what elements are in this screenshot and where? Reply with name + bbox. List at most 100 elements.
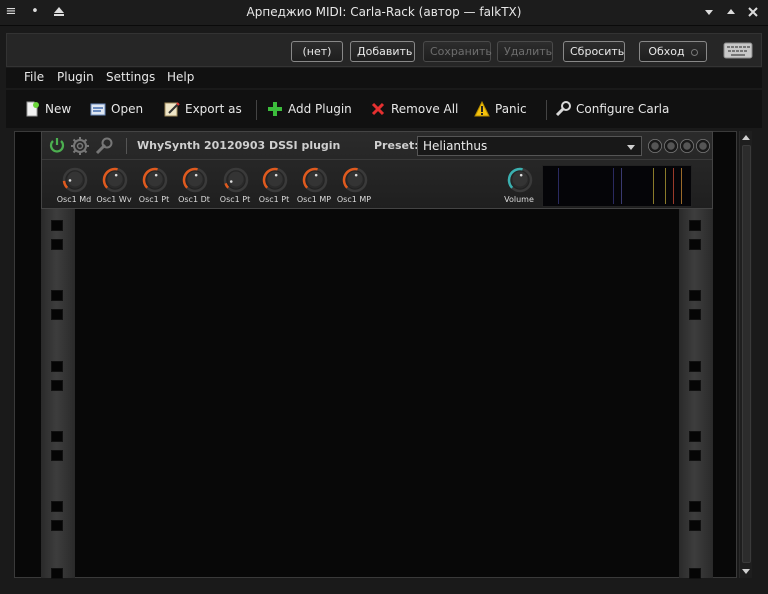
configure-label: Configure Carla [576, 102, 670, 116]
meter-line [621, 168, 622, 204]
param-knob[interactable]: Osc1 MP [336, 167, 372, 207]
param-knob[interactable]: Osc1 Pt [256, 167, 292, 207]
rail-hole [689, 290, 701, 301]
rail-hole [689, 520, 701, 531]
export-icon [164, 102, 180, 117]
knob-dial [223, 167, 249, 193]
chevron-down-icon [627, 145, 635, 150]
plugin-header: WhySynth 20120903 DSSI plugin Preset: He… [42, 132, 712, 160]
meter-line [558, 168, 559, 204]
rail-hole [51, 239, 63, 250]
rail-hole [51, 309, 63, 320]
knob-dial [262, 167, 288, 193]
rail-hole [689, 220, 701, 231]
remove-all-label: Remove All [391, 102, 459, 116]
new-button[interactable]: New [24, 100, 71, 118]
open-file-icon [90, 103, 106, 116]
param-knob[interactable]: Osc1 Pt [217, 167, 253, 207]
window-titlebar: ≡ • Арпеджио MIDI: Carla-Rack (автор — f… [0, 0, 768, 26]
reset-button[interactable]: Сбросить [563, 41, 625, 62]
maximize-icon[interactable] [722, 3, 740, 21]
scroll-down-icon[interactable] [742, 569, 750, 574]
peak-meter [542, 165, 692, 207]
plugin-name: WhySynth 20120903 DSSI plugin [137, 139, 341, 152]
keyboard-icon[interactable] [723, 40, 753, 60]
scroll-up-icon[interactable] [742, 135, 750, 140]
close-icon[interactable] [744, 3, 762, 21]
menu-settings[interactable]: Settings [106, 70, 155, 84]
rail-hole [689, 501, 701, 512]
header-separator [126, 138, 127, 154]
plugin-slot: WhySynth 20120903 DSSI plugin Preset: He… [41, 131, 713, 209]
remove-icon [371, 102, 385, 116]
rack-rail-right [679, 208, 713, 579]
remove-all-button[interactable]: Remove All [370, 100, 458, 118]
rail-hole [51, 220, 63, 231]
menu-help[interactable]: Help [167, 70, 194, 84]
power-icon[interactable] [48, 136, 66, 154]
plus-icon [268, 102, 282, 116]
open-label: Open [111, 102, 144, 116]
gear-icon[interactable] [70, 136, 90, 156]
activity-led-icon [680, 139, 694, 153]
volume-knob[interactable]: Volume [501, 167, 537, 207]
rail-hole [51, 431, 63, 442]
rack-rail-left [41, 208, 75, 579]
rail-hole [689, 309, 701, 320]
param-knob[interactable]: Osc1 Md [56, 167, 92, 207]
rail-hole [51, 361, 63, 372]
knob-dial [182, 167, 208, 193]
knob-dial [302, 167, 328, 193]
minimize-icon[interactable] [700, 3, 718, 21]
rail-hole [689, 568, 701, 579]
rail-hole [51, 450, 63, 461]
add-button[interactable]: Добавить [350, 41, 415, 62]
param-knob[interactable]: Osc1 Wv [96, 167, 132, 207]
rail-hole [51, 290, 63, 301]
knob-dial [62, 167, 88, 193]
scroll-thumb[interactable] [742, 145, 751, 563]
delete-button[interactable]: Удалить [497, 41, 553, 62]
meter-line [681, 168, 682, 204]
meter-line [673, 168, 674, 204]
menu-file[interactable]: File [24, 70, 44, 84]
param-knob[interactable]: Osc1 Dt [176, 167, 212, 207]
window-title: Арпеджио MIDI: Carla-Rack (автор — falkT… [246, 5, 522, 19]
configure-button[interactable]: Configure Carla [555, 100, 669, 118]
rail-hole [51, 501, 63, 512]
param-knob[interactable]: Osc1 MP [296, 167, 332, 207]
rail-hole [689, 431, 701, 442]
rail-hole [689, 380, 701, 391]
knob-dial [142, 167, 168, 193]
patchbay-row: (нет) Добавить Сохранить Удалить Сбросит… [6, 33, 762, 73]
rail-hole [689, 450, 701, 461]
save-button[interactable]: Сохранить [423, 41, 492, 62]
meter-line [653, 168, 654, 204]
wrench-icon[interactable] [94, 136, 114, 156]
panic-button[interactable]: Panic [474, 100, 527, 118]
group-combo-value: (нет) [302, 45, 332, 58]
preset-combo[interactable]: Helianthus [417, 136, 642, 156]
warning-icon [474, 101, 490, 117]
menubar: File Plugin Settings Help [6, 68, 762, 88]
new-file-icon [26, 101, 39, 117]
preset-value: Helianthus [423, 139, 488, 153]
knob-dial [102, 167, 128, 193]
bypass-led-icon [690, 48, 698, 56]
group-combo[interactable]: (нет) [291, 41, 343, 73]
rail-hole [51, 380, 63, 391]
activity-led-icon [664, 139, 678, 153]
vertical-scrollbar[interactable] [739, 131, 752, 578]
activity-led-icon [696, 139, 710, 153]
export-label: Export as [185, 102, 242, 116]
meter-line [665, 168, 666, 204]
add-plugin-button[interactable]: Add Plugin [267, 100, 352, 118]
activity-led-icon [648, 139, 662, 153]
bypass-button[interactable]: Обход [639, 41, 707, 62]
menu-plugin[interactable]: Plugin [57, 70, 94, 84]
main-toolbar: New Open Export as Add Plugin Remove All… [6, 90, 762, 128]
rail-hole [689, 239, 701, 250]
param-knob[interactable]: Osc1 Pt [136, 167, 172, 207]
export-button[interactable]: Export as [164, 100, 242, 118]
open-button[interactable]: Open [90, 100, 143, 118]
